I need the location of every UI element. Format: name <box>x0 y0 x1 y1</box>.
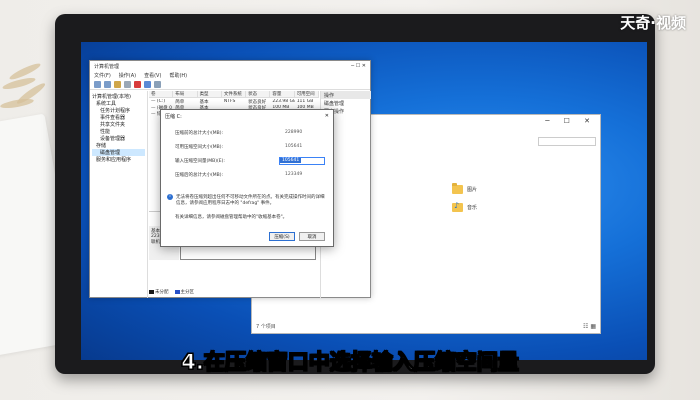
tree-item-device-manager[interactable]: 设备管理器 <box>92 135 145 142</box>
tree-item-storage[interactable]: 存储 <box>92 142 145 149</box>
folder-music[interactable]: 音乐 <box>452 201 478 212</box>
tree-item-system-tools[interactable]: 系统工具 <box>92 100 145 107</box>
row-value: 228990 <box>285 130 303 135</box>
close-icon[interactable]: ✕ <box>325 113 329 119</box>
legend-label: 主分区 <box>180 290 195 295</box>
row-available-shrink: 可用压缩空间大小(MB): 105641 <box>175 142 325 151</box>
menu-bar: 文件(F) 操作(A) 查看(V) 帮助(H) <box>90 72 370 80</box>
shrink-amount-input[interactable]: 105641 <box>279 156 325 165</box>
view-toggle-icons[interactable]: ☷ ▦ <box>583 323 596 330</box>
volume-table-header: 卷 布局 类型 文件系统 状态 容量 可用空间 <box>149 91 319 98</box>
col-status[interactable]: 状态 <box>246 91 271 97</box>
explorer-search-input[interactable] <box>538 137 596 146</box>
row-value: 123349 <box>285 172 303 177</box>
shrink-volume-dialog[interactable]: 压缩 C: ✕ 压缩前的总计大小(MB): 228990 可用压缩空间大小(MB… <box>160 109 334 247</box>
refresh-icon[interactable] <box>154 81 161 88</box>
info-text: 无法将卷压缩到超出任何不可移动文件所在的点。有关完成操作时间的详细信息，请参阅应… <box>176 195 325 206</box>
legend-unallocated: 未分配 <box>149 289 169 295</box>
menu-action[interactable]: 操作(A) <box>119 72 136 80</box>
tree-item-shared-folders[interactable]: 共享文件夹 <box>92 121 145 128</box>
window-title: 计算机管理 <box>94 64 120 70</box>
row-total-after: 压缩后的总计大小(MB): 123349 <box>175 170 325 179</box>
dialog-title-bar: 压缩 C: ✕ <box>161 110 333 121</box>
row-label: 输入压缩空间量(MB)(E): <box>175 158 225 164</box>
tree-item-event-viewer[interactable]: 事件查看器 <box>92 114 145 121</box>
tree-item-computer-management[interactable]: 计算机管理(本地) <box>92 93 145 100</box>
toolbar <box>90 80 370 90</box>
col-volume[interactable]: 卷 <box>149 91 174 97</box>
monitor: ─ ☐ ✕ 图片 音乐 7 个项目 ☷ ▦ 计算机管理 ─ ☐ ✕ 文件(F) … <box>55 14 655 374</box>
navigation-tree: 计算机管理(本地) 系统工具 任务计划程序 事件查看器 共享文件夹 性能 设备管… <box>90 91 148 298</box>
delete-icon[interactable] <box>134 81 141 88</box>
tree-item-disk-management[interactable]: 磁盘管理 <box>92 149 145 156</box>
col-capacity[interactable]: 容量 <box>270 91 295 97</box>
tree-item-task-scheduler[interactable]: 任务计划程序 <box>92 107 145 114</box>
watermark-logo: 天奇·视频 <box>620 14 686 32</box>
menu-view[interactable]: 查看(V) <box>144 72 161 80</box>
col-free[interactable]: 可用空间 <box>295 91 319 97</box>
col-layout[interactable]: 布局 <box>173 91 198 97</box>
help-icon[interactable] <box>144 81 151 88</box>
window-controls[interactable]: ─ ☐ ✕ <box>545 117 596 125</box>
row-label: 压缩后的总计大小(MB): <box>175 172 223 178</box>
folder-icon <box>452 183 463 194</box>
folder-label: 音乐 <box>467 205 478 211</box>
menu-file[interactable]: 文件(F) <box>94 72 111 80</box>
computer-management-window[interactable]: 计算机管理 ─ ☐ ✕ 文件(F) 操作(A) 查看(V) 帮助(H) 计算机管… <box>89 60 371 298</box>
actions-header: 操作 <box>321 91 371 99</box>
action-disk-management[interactable]: 磁盘管理 <box>321 99 371 107</box>
col-type[interactable]: 类型 <box>198 91 222 97</box>
title-bar: 计算机管理 ─ ☐ ✕ <box>90 61 370 72</box>
window-controls[interactable]: ─ ☐ ✕ <box>351 63 366 70</box>
row-value: 105641 <box>285 144 303 149</box>
dialog-title: 压缩 C: <box>165 114 182 120</box>
properties-icon[interactable] <box>124 81 131 88</box>
legend: 未分配 主分区 <box>149 289 194 295</box>
shrink-button[interactable]: 压缩(S) <box>269 232 295 241</box>
legend-label: 未分配 <box>155 290 169 295</box>
back-icon[interactable] <box>94 81 101 88</box>
folder-pictures[interactable]: 图片 <box>452 183 478 194</box>
forward-icon[interactable] <box>104 81 111 88</box>
col-filesystem[interactable]: 文件系统 <box>222 91 247 97</box>
tree-item-performance[interactable]: 性能 <box>92 128 145 135</box>
input-value: 105641 <box>280 158 302 163</box>
row-shrink-amount: 输入压缩空间量(MB)(E): 105641 <box>175 156 325 165</box>
help-note: 有关详细信息，请参阅磁盘管理帮助中的"收缩基本卷"。 <box>175 215 288 220</box>
video-subtitle: 4.在压缩窗口中选择输入压缩空间量 <box>181 350 520 375</box>
legend-primary: 主分区 <box>174 289 195 295</box>
row-label: 压缩前的总计大小(MB): <box>175 130 223 136</box>
folder-up-icon[interactable] <box>114 81 121 88</box>
dialog-buttons: 压缩(S) 取消 <box>269 232 325 241</box>
music-folder-icon <box>452 201 463 212</box>
info-icon: i <box>167 194 173 200</box>
row-label: 可用压缩空间大小(MB): <box>175 144 223 150</box>
row-total-before: 压缩前的总计大小(MB): 228990 <box>175 128 325 137</box>
desktop-screen: ─ ☐ ✕ 图片 音乐 7 个项目 ☷ ▦ 计算机管理 ─ ☐ ✕ 文件(F) … <box>81 42 647 360</box>
tree-item-services[interactable]: 服务和应用程序 <box>92 156 145 163</box>
menu-help[interactable]: 帮助(H) <box>169 72 187 80</box>
folder-label: 图片 <box>467 187 478 193</box>
info-message: i 无法将卷压缩到超出任何不可移动文件所在的点。有关完成操作时间的详细信息，请参… <box>167 194 327 206</box>
cancel-button[interactable]: 取消 <box>299 232 325 241</box>
explorer-status-text: 7 个项目 <box>256 324 276 330</box>
